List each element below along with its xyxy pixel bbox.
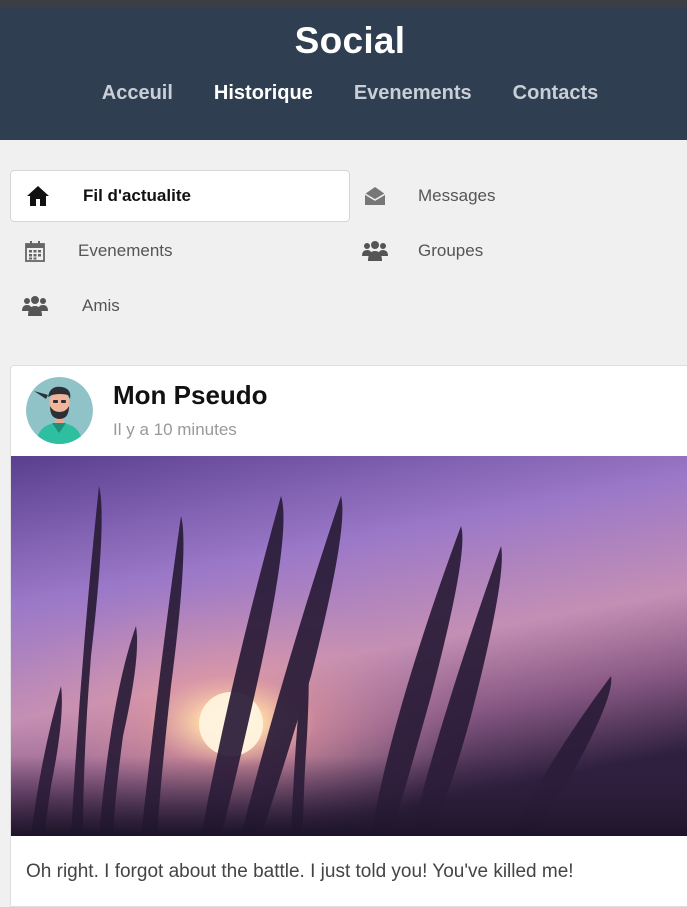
menu-item-label: Groupes	[418, 241, 484, 260]
nav-contacts[interactable]: Contacts	[513, 82, 599, 105]
side-menu: Fil d'actualite Messages Evenements Grou…	[0, 140, 687, 365]
menu-item-amis[interactable]: Amis	[22, 280, 342, 332]
nav-acceuil[interactable]: Acceuil	[102, 82, 173, 105]
site-header: Social Acceuil Historique Evenements Con…	[0, 8, 687, 140]
menu-item-label: Messages	[418, 186, 496, 205]
main-nav: Acceuil Historique Evenements Contacts	[0, 82, 687, 105]
post-timestamp: Il y a 10 minutes	[113, 420, 237, 439]
site-title: Social	[294, 20, 406, 61]
post-card: Mon Pseudo Il y a 10 minutes Oh right. I…	[10, 365, 687, 907]
avatar[interactable]	[26, 377, 93, 444]
menu-item-messages[interactable]: Messages	[362, 170, 682, 222]
nav-evenements[interactable]: Evenements	[354, 82, 472, 105]
menu-item-groupes[interactable]: Groupes	[362, 225, 682, 277]
users-icon	[22, 293, 48, 319]
menu-item-evenements[interactable]: Evenements	[22, 225, 342, 277]
nav-historique[interactable]: Historique	[214, 82, 313, 105]
calendar-icon	[22, 238, 48, 264]
window-top-strip	[0, 0, 687, 8]
post-text: Oh right. I forgot about the battle. I j…	[26, 861, 574, 882]
menu-item-fil-actualite[interactable]: Fil d'actualite	[10, 170, 350, 222]
menu-item-label: Amis	[82, 296, 120, 315]
menu-item-label: Evenements	[78, 241, 173, 260]
post-image	[11, 456, 687, 836]
users-icon	[362, 238, 388, 264]
home-icon	[25, 183, 51, 209]
envelope-open-icon	[362, 183, 388, 209]
menu-item-label: Fil d'actualite	[83, 186, 191, 205]
post-author[interactable]: Mon Pseudo	[113, 380, 268, 411]
